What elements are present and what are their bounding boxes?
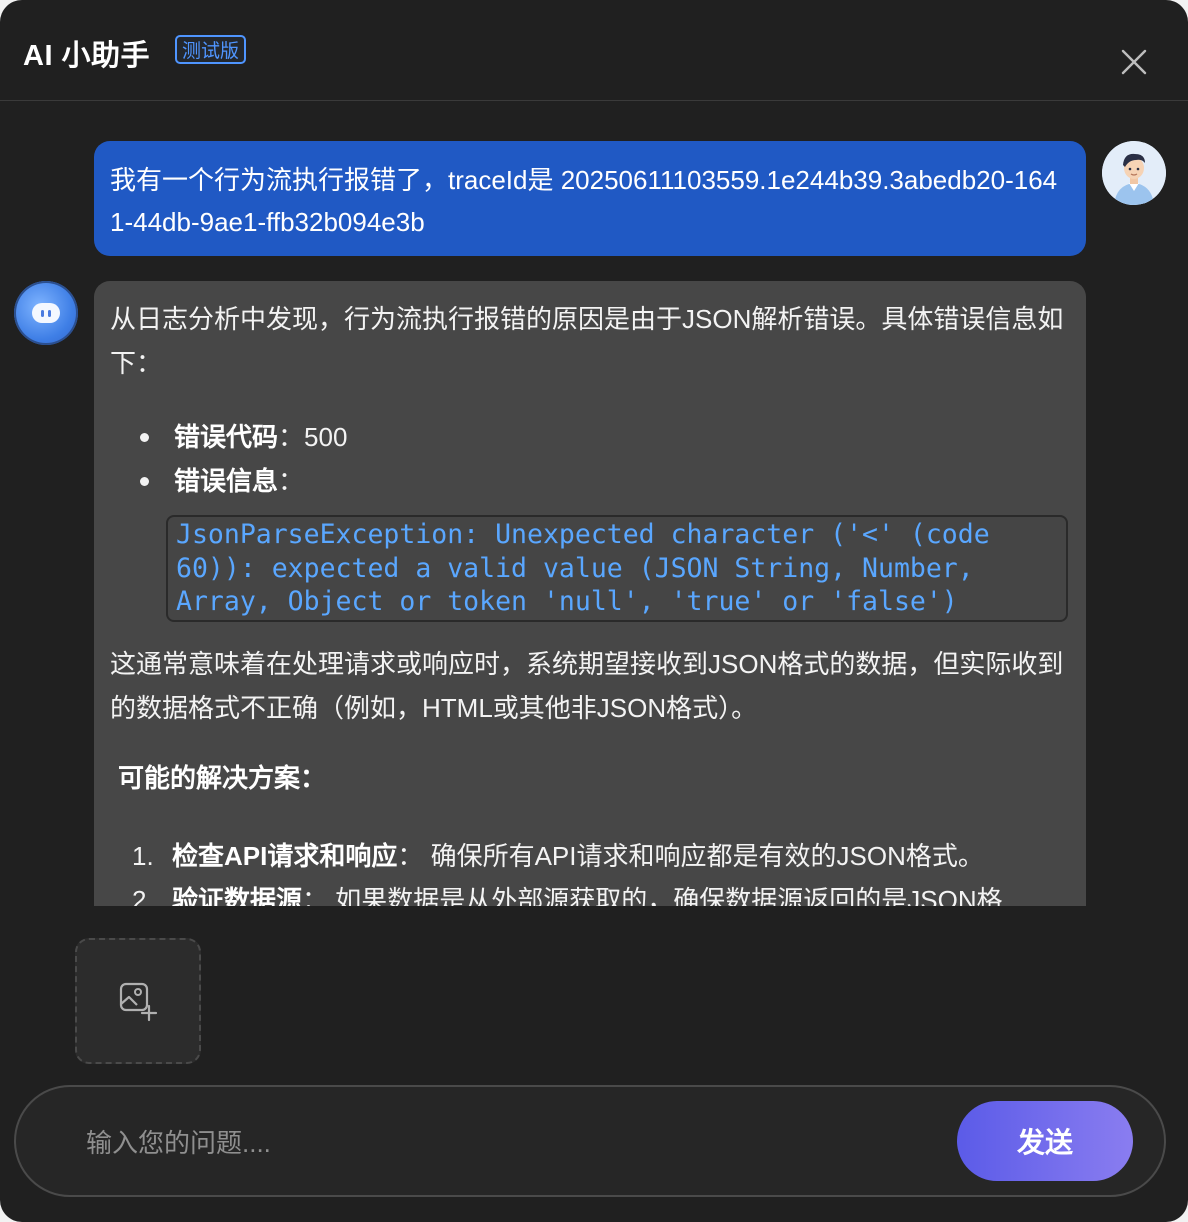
chat-area[interactable]: 我有一个行为流执行报错了，traceId是 20250611103559.1e2… [0, 101, 1188, 906]
solutions-list: 1. 检查API请求和响应： 确保所有API请求和响应都是有效的JSON格式。 2… [110, 834, 1070, 907]
list-number: 1. [132, 840, 154, 871]
bot-eye-icon [48, 310, 51, 317]
separator: ： [302, 884, 329, 907]
separator: ： [397, 840, 424, 871]
bot-intro: 从日志分析中发现，行为流执行报错的原因是由于JSON解析错误。具体错误信息如下： [110, 304, 1064, 378]
solutions-heading: 可能的解决方案： [110, 756, 1070, 800]
list-item: 2. 验证数据源： 如果数据是从外部源获取的，确保数据源返回的是JSON格 [132, 878, 1070, 907]
error-message-label: 错误信息 [174, 466, 279, 496]
solution-text: 确保所有API请求和响应都是有效的JSON格式。 [430, 840, 984, 871]
bot-face-icon [32, 303, 60, 323]
header: AI 小助手 测试版 [0, 0, 1188, 101]
error-code-block: JsonParseException: Unexpected character… [166, 515, 1068, 622]
user-message: 我有一个行为流执行报错了，traceId是 20250611103559.1e2… [94, 141, 1086, 256]
list-item: 错误代码：500 [140, 415, 1070, 459]
solution-text: 如果数据是从外部源获取的，确保数据源返回的是JSON格 [335, 884, 1003, 907]
add-image-button[interactable] [75, 938, 201, 1064]
assistant-panel: AI 小助手 测试版 我有一个行为流执行报错了，traceId是 2025061… [0, 0, 1188, 1222]
error-code-label: 错误代码 [174, 422, 279, 452]
input-bar: 发送 [14, 1085, 1166, 1197]
solutions-heading-text: 可能的解决方案： [118, 762, 327, 793]
error-code-value: 500 [304, 422, 348, 452]
separator: ： [278, 466, 305, 496]
list-number: 2. [132, 884, 154, 907]
bot-explanation: 这通常意味着在处理请求或响应时，系统期望接收到JSON格式的数据，但实际收到的数… [110, 648, 1064, 723]
list-item: 1. 检查API请求和响应： 确保所有API请求和响应都是有效的JSON格式。 [132, 834, 1070, 878]
panel-title: AI 小助手 [23, 40, 151, 72]
beta-badge: 测试版 [175, 35, 247, 64]
close-icon[interactable] [1118, 46, 1150, 78]
question-input[interactable] [84, 1117, 928, 1169]
list-item: 错误信息： [140, 459, 1070, 503]
bot-eye-icon [41, 310, 44, 317]
separator: ： [278, 422, 305, 452]
user-avatar [1102, 141, 1166, 205]
solution-title: 检查API请求和响应 [172, 840, 398, 871]
bot-avatar [14, 281, 78, 345]
bot-message: 从日志分析中发现，行为流执行报错的原因是由于JSON解析错误。具体错误信息如下：… [94, 281, 1086, 906]
send-button[interactable]: 发送 [957, 1101, 1133, 1181]
add-image-icon [119, 982, 158, 1022]
error-detail-list: 错误代码：500 错误信息： [110, 415, 1070, 503]
solution-title: 验证数据源 [172, 884, 303, 907]
